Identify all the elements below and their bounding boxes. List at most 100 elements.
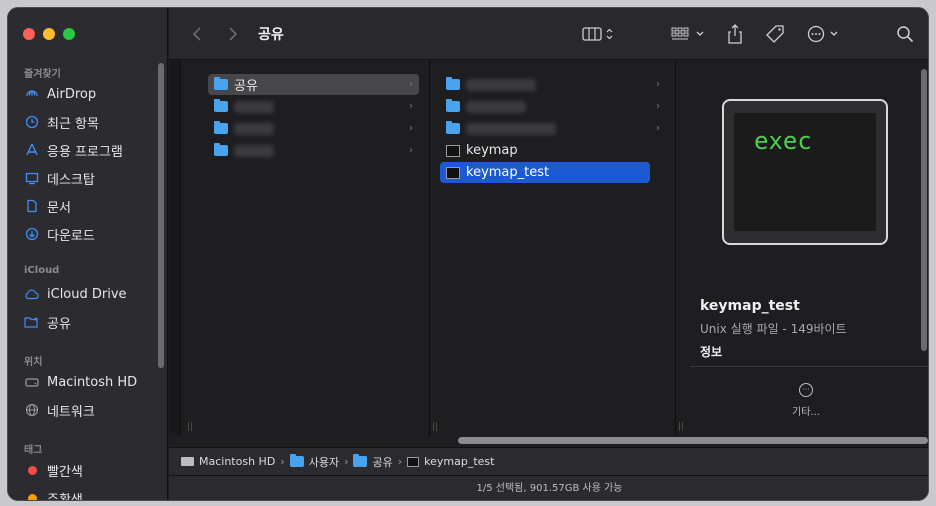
list-item[interactable]: keymap (440, 140, 666, 161)
list-item[interactable]: › (208, 118, 419, 139)
sidebar-scrollbar[interactable] (158, 63, 164, 368)
sidebar-section-tags: 태그 (24, 445, 43, 456)
preview-info-heading: 정보 (700, 345, 723, 359)
traffic-lights (23, 28, 75, 40)
sidebar-item-documents[interactable]: 문서 (18, 193, 158, 219)
sidebar-item-label: 다운로드 (47, 228, 95, 244)
blurred-label (234, 100, 274, 113)
path-item[interactable]: keymap_test (424, 455, 494, 468)
chevron-right-icon (229, 27, 238, 41)
sidebar-section-favorites: 즐겨찾기 (24, 69, 61, 80)
sidebar-item-recents[interactable]: 최근 항목 (18, 109, 158, 135)
preview-icon-text: exec (754, 127, 812, 155)
list-item[interactable]: › (440, 74, 666, 95)
preview-divider (690, 366, 928, 367)
chevron-right-icon: › (409, 145, 413, 156)
list-item[interactable]: › (208, 96, 419, 117)
zoom-window-button[interactable] (63, 28, 75, 40)
preview-file-kind: Unix 실행 파일 - 149바이트 (700, 322, 847, 336)
column-resize-handle[interactable]: || (187, 422, 193, 432)
applications-icon (24, 142, 40, 158)
folder-icon (214, 121, 228, 134)
sidebar-item-label: 최근 항목 (47, 116, 99, 132)
path-separator: › (397, 455, 403, 468)
toolbar: 공유 (169, 8, 928, 60)
item-label: 공유 (234, 79, 258, 94)
view-mode-button[interactable] (579, 22, 619, 46)
folder-icon (289, 454, 304, 467)
path-item[interactable]: Macintosh HD (199, 455, 275, 468)
list-item[interactable]: › (440, 118, 666, 139)
sidebar-item-label: 문서 (47, 200, 71, 216)
forward-button[interactable] (223, 22, 243, 46)
sidebar-item-icloud-drive[interactable]: iCloud Drive (18, 281, 158, 307)
chevron-right-icon: › (656, 101, 660, 112)
sidebar-item-tag-orange[interactable]: 주황색 (18, 485, 158, 501)
sidebar-item-label: iCloud Drive (47, 286, 127, 302)
share-button[interactable] (725, 22, 745, 46)
list-item[interactable]: 공유 › (208, 74, 419, 95)
preview-screen: exec (734, 113, 876, 231)
chevron-right-icon: › (656, 79, 660, 90)
sidebar-item-macintosh-hd[interactable]: Macintosh HD (18, 369, 158, 395)
desktop-icon (24, 170, 40, 186)
sidebar-item-airdrop[interactable]: AirDrop (18, 81, 158, 107)
status-bar: 1/5 선택됨, 901.57GB 사용 가능 (169, 475, 928, 500)
path-item[interactable]: 사용자 (309, 454, 339, 470)
column-resize-handle[interactable]: || (678, 422, 684, 432)
horizontal-scrollbar[interactable] (169, 436, 928, 446)
list-item[interactable]: › (208, 140, 419, 161)
sidebar-item-shared[interactable]: 공유 (18, 309, 158, 335)
column-resize-handle[interactable]: || (432, 422, 438, 432)
finder-window: 즐겨찾기 AirDrop 최근 항목 응용 프로그램 데스크탑 문서 다운로드 … (7, 7, 929, 501)
more-actions-button[interactable] (805, 22, 845, 46)
exec-preview-icon: exec (722, 99, 888, 245)
minimize-window-button[interactable] (43, 28, 55, 40)
sidebar-item-label: 주황색 (47, 492, 83, 501)
folder-icon (446, 77, 460, 90)
sidebar-item-label: 데스크탑 (47, 172, 95, 188)
blurred-label (466, 122, 556, 135)
preview-scrollbar[interactable] (921, 69, 927, 351)
ellipsis-circle-icon: ··· (799, 383, 813, 397)
folder-icon (214, 77, 228, 90)
blurred-label (466, 78, 536, 91)
sidebar-item-label: 네트워크 (47, 404, 95, 420)
column-view-icon (582, 27, 613, 41)
tag-button[interactable] (763, 22, 787, 46)
back-button[interactable] (187, 22, 207, 46)
chevron-left-icon (192, 27, 201, 41)
window-title: 공유 (258, 27, 284, 43)
sidebar-item-tag-red[interactable]: 빨간색 (18, 457, 158, 483)
path-bar: Macintosh HD › 사용자 › 공유 › keymap_test (169, 447, 928, 475)
list-item[interactable]: › (440, 96, 666, 117)
chevron-right-icon: › (409, 123, 413, 134)
sidebar-item-desktop[interactable]: 데스크탑 (18, 165, 158, 191)
ellipsis-circle-icon (807, 25, 838, 43)
item-label: keymap (466, 143, 518, 158)
preview-more-label: 기타... (792, 407, 820, 418)
group-button[interactable] (669, 22, 709, 46)
search-button[interactable] (893, 22, 917, 46)
harddisk-icon (24, 374, 40, 390)
path-item[interactable]: 공유 (372, 454, 392, 470)
shared-folder-icon (24, 314, 40, 330)
sidebar-item-network[interactable]: 네트워크 (18, 397, 158, 423)
harddisk-icon (181, 457, 194, 466)
close-window-button[interactable] (23, 28, 35, 40)
column-browser: 공유 › › › › || › › › keymap keymap_test |… (169, 61, 928, 436)
red-tag-dot-icon (24, 462, 40, 478)
exec-file-icon (407, 456, 420, 467)
preview-file-name: keymap_test (700, 298, 800, 314)
list-item-selected[interactable]: keymap_test (440, 162, 650, 183)
sidebar-item-applications[interactable]: 응용 프로그램 (18, 137, 158, 163)
column-1: 공유 › › › › || (169, 61, 430, 436)
blurred-label (466, 100, 526, 113)
sidebar-item-label: 응용 프로그램 (47, 144, 123, 160)
horizontal-scroll-thumb[interactable] (458, 437, 928, 444)
path-separator: › (344, 455, 349, 468)
preview-more-button[interactable]: ··· 기타... (776, 383, 836, 418)
sidebar-item-downloads[interactable]: 다운로드 (18, 221, 158, 247)
folder-icon (446, 121, 460, 134)
sidebar-item-label: AirDrop (47, 86, 97, 102)
